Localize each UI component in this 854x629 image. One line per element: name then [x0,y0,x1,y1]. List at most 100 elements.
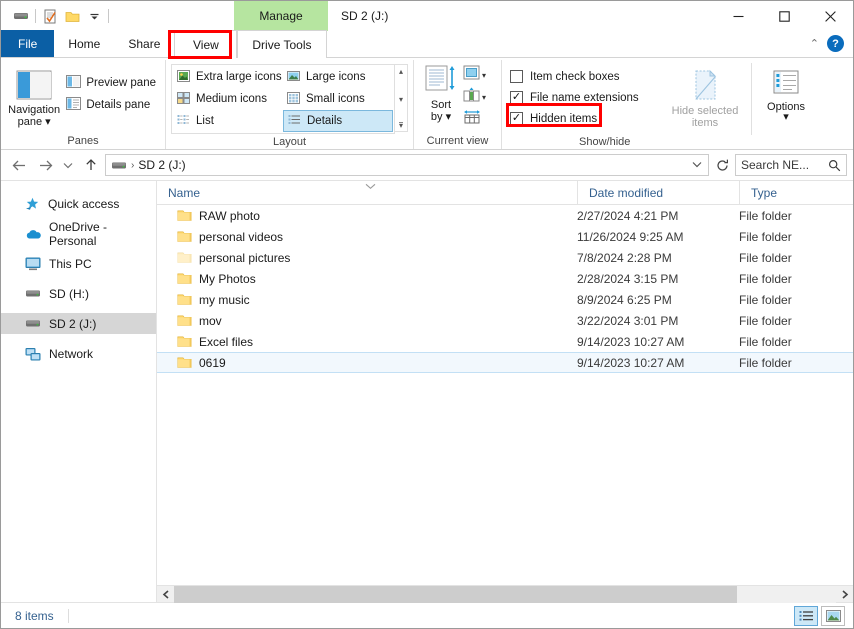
file-list-pane: Name Date modified Type RAW photo 2/27/20… [157,180,853,603]
sidebar-item-sd-h-label: SD (H:) [49,286,89,301]
preview-pane-label: Preview pane [86,77,156,89]
table-row[interactable]: mov 3/22/2024 3:01 PM File folder [157,310,853,331]
navigation-pane-button[interactable]: Navigation pane ▾ [6,64,62,129]
table-row[interactable]: My Photos 2/28/2024 3:15 PM File folder [157,268,853,289]
file-name-cell: personal videos [157,230,577,244]
add-columns-dropdown-icon[interactable]: ▾ [482,71,486,80]
folder-icon [177,230,192,243]
refresh-button[interactable] [711,154,733,176]
choose-columns-icon [463,87,480,107]
tab-share[interactable]: Share [114,30,174,57]
options-button[interactable]: Options ▾ [758,63,814,123]
column-header-type[interactable]: Type [739,180,853,205]
breadcrumb-path-text[interactable]: SD 2 (J:) [138,158,185,172]
column-header-date-modified[interactable]: Date modified [577,180,739,205]
search-icon[interactable] [828,159,841,172]
scroll-left-icon[interactable] [157,586,174,603]
file-name-extensions-checkbox[interactable]: ✓ [510,91,523,104]
sidebar-item-sd-h[interactable]: SD (H:) [1,283,156,304]
sidebar-item-quick-access[interactable]: Quick access [1,193,156,214]
new-folder-icon[interactable] [61,5,83,27]
back-button[interactable] [7,153,31,177]
layout-scroll-up-icon[interactable]: ▴ [399,67,403,76]
breadcrumb-separator[interactable]: › [131,160,134,171]
layout-scroll-buttons[interactable]: ▴ ▾ ▾ [395,64,408,132]
hidden-items-label: Hidden items [530,112,598,125]
size-all-columns-button[interactable] [463,109,486,129]
sidebar-item-this-pc-label: This PC [49,256,92,271]
forward-button[interactable] [33,153,57,177]
sidebar-item-onedrive[interactable]: OneDrive - Personal [1,220,156,248]
layout-small-icons[interactable]: Small icons [283,88,393,110]
scrollbar-track[interactable] [174,585,836,603]
recent-locations-button[interactable] [59,153,77,177]
quick-access-star-icon [25,197,40,211]
table-row[interactable]: Excel files 9/14/2023 10:27 AM File folder [157,331,853,352]
collapse-ribbon-icon[interactable]: ⌃ [810,37,819,50]
sort-by-button[interactable]: Sort by ▾ [419,63,463,124]
choose-columns-button[interactable]: ▾ [463,87,486,107]
ribbon-group-layout: Extra large icons Large icons Medium ico… [166,60,414,149]
file-name-extensions-option[interactable]: ✓ File name extensions [507,87,651,108]
column-header-name-label: Name [168,185,201,200]
table-row[interactable]: 0619 9/14/2023 10:27 AM File folder [157,352,853,373]
add-columns-button[interactable]: ▾ [463,65,486,85]
hidden-items-option[interactable]: ✓ Hidden items [507,108,651,129]
horizontal-scrollbar[interactable] [157,585,853,603]
customize-dropdown-icon[interactable] [83,5,105,27]
tab-home[interactable]: Home [54,30,114,57]
layout-scroll-expand-icon[interactable]: ▾ [398,122,403,130]
layout-options-grid: Extra large icons Large icons Medium ico… [171,64,395,134]
hidden-items-checkbox[interactable]: ✓ [510,112,523,125]
column-header-name[interactable]: Name [157,181,577,205]
layout-details[interactable]: Details [283,110,393,132]
toolbar-divider [35,9,36,23]
table-row[interactable]: personal videos 11/26/2024 9:25 AM File fo… [157,226,853,247]
window-title: SD 2 (J:) [341,1,388,31]
hide-selected-items-button: Hide selected items [665,63,745,130]
file-name-cell: personal pictures [157,251,577,265]
layout-large-icons[interactable]: Large icons [283,66,393,88]
preview-pane-icon [66,75,82,91]
sidebar-item-sd-2-j[interactable]: SD 2 (J:) [1,313,156,334]
close-button[interactable] [807,1,853,31]
choose-columns-dropdown-icon[interactable]: ▾ [482,93,486,102]
scrollbar-thumb[interactable] [174,585,737,603]
sidebar-item-this-pc[interactable]: This PC [1,253,156,274]
item-check-boxes-checkbox[interactable] [510,70,523,83]
search-input[interactable]: Search NE... [735,154,847,176]
date-modified-cell: 2/28/2024 3:15 PM [577,271,679,286]
onedrive-cloud-icon [25,228,41,240]
help-icon[interactable]: ? [827,35,844,52]
details-pane-button[interactable]: Details pane [62,94,160,116]
tab-file[interactable]: File [1,30,55,57]
options-icon [771,69,801,101]
drive-icon[interactable] [10,5,32,27]
large-icons-view-icon[interactable] [821,605,845,626]
tab-view[interactable]: View [174,30,238,58]
scroll-right-icon[interactable] [836,586,853,603]
tab-home-label: Home [68,36,101,51]
table-row[interactable]: RAW photo 2/27/2024 4:21 PM File folder [157,205,853,226]
layout-medium-icons[interactable]: Medium icons [173,88,283,110]
item-check-boxes-option[interactable]: Item check boxes [507,66,651,87]
toolbar-divider-2 [108,9,109,23]
ribbon-tab-bar: File Home Share View Drive Tools ⌃ ? [1,30,853,58]
layout-scroll-down-icon[interactable]: ▾ [399,95,403,104]
ribbon-group-current-view-label: Current view [426,135,489,147]
address-dropdown-icon[interactable] [688,160,706,171]
layout-extra-large-icons[interactable]: Extra large icons [173,66,283,88]
tab-drive-tools[interactable]: Drive Tools [237,30,327,58]
folder-icon [177,293,192,306]
preview-pane-button[interactable]: Preview pane [62,72,160,94]
table-row[interactable]: my music 8/9/2024 6:25 PM File folder [157,289,853,310]
minimize-button[interactable] [715,1,761,31]
table-row[interactable]: personal pictures 7/8/2024 2:28 PM File fo… [157,247,853,268]
properties-icon[interactable] [39,5,61,27]
maximize-button[interactable] [761,1,807,31]
details-view-icon[interactable] [794,605,818,626]
up-button[interactable] [79,153,103,177]
sidebar-item-network[interactable]: Network [1,343,156,364]
layout-list[interactable]: List [173,110,283,132]
address-path-input[interactable]: › SD 2 (J:) [105,154,709,176]
